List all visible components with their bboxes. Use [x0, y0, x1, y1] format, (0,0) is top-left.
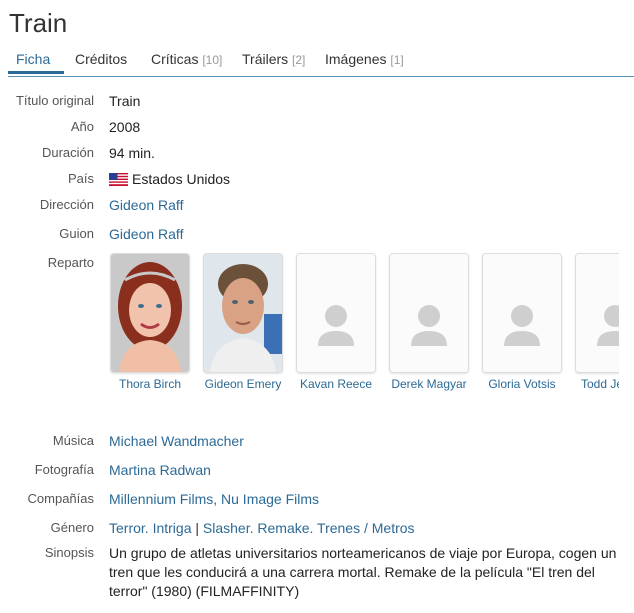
field-label: Año: [70, 119, 94, 134]
field-label: País: [67, 171, 94, 186]
tab-bar: Ficha Créditos Críticas [10] Tráilers [2…: [8, 50, 634, 77]
photography-link[interactable]: Martina Radwan: [109, 462, 211, 478]
topic-link[interactable]: Slasher. Remake. Trenes / Metros: [203, 520, 415, 536]
row-original-title: Título original Train: [0, 93, 634, 113]
person-placeholder-icon: [483, 254, 561, 372]
cast-name[interactable]: Thora Birch: [109, 377, 200, 391]
person-placeholder-icon: [390, 254, 468, 372]
country-value: Estados Unidos: [109, 171, 230, 187]
field-label: Sinopsis: [44, 545, 94, 560]
row-writer: Guion Gideon Raff: [0, 226, 634, 246]
cast-list: Thora Birch Gideon Emery Kavan Reece Der…: [109, 253, 619, 398]
cast-member[interactable]: Kavan Reece: [296, 253, 376, 391]
field-label: Título original: [15, 93, 94, 108]
field-label: Género: [50, 520, 94, 535]
row-genre: Género Terror. Intriga | Slasher. Remake…: [0, 520, 634, 540]
row-photography: Fotografía Martina Radwan: [0, 462, 634, 482]
genre-separator: |: [195, 520, 200, 536]
field-label: Música: [52, 433, 94, 448]
year-value: 2008: [109, 119, 141, 135]
duration-value: 94 min.: [109, 145, 155, 161]
field-label: Reparto: [47, 255, 94, 270]
cast-photo[interactable]: [203, 253, 283, 373]
row-music: Música Michael Wandmacher: [0, 433, 634, 453]
tab-imagenes[interactable]: Imágenes [1]: [325, 51, 404, 67]
tab-count: [1]: [390, 53, 404, 67]
cast-name[interactable]: Gideon Emery: [193, 377, 293, 391]
tab-count: [2]: [292, 53, 306, 67]
cast-name[interactable]: Kavan Reece: [286, 377, 386, 391]
director-link[interactable]: Gideon Raff: [109, 197, 183, 213]
cast-name[interactable]: Derek Magyar: [379, 377, 479, 391]
cast-name[interactable]: Todd Je: [581, 377, 619, 391]
cast-photo[interactable]: [389, 253, 469, 373]
cast-member[interactable]: Derek Magyar: [389, 253, 469, 391]
tab-creditos[interactable]: Créditos: [75, 51, 127, 67]
actor-portrait-image: [111, 254, 189, 372]
field-label: Dirección: [39, 197, 94, 212]
row-director: Dirección Gideon Raff: [0, 197, 634, 217]
cast-member[interactable]: Todd Je: [575, 253, 619, 391]
field-label: Fotografía: [34, 462, 94, 477]
cast-photo[interactable]: [110, 253, 190, 373]
row-duration: Duración 94 min.: [0, 145, 634, 165]
companies-link[interactable]: Millennium Films, Nu Image Films: [109, 491, 319, 507]
row-country: País Estados Unidos: [0, 171, 634, 191]
writer-link[interactable]: Gideon Raff: [109, 226, 183, 242]
active-tab-indicator: [8, 71, 64, 74]
original-title-value: Train: [109, 93, 141, 109]
cast-member[interactable]: Gloria Votsis: [482, 253, 562, 391]
genre-link[interactable]: Terror. Intriga: [109, 520, 191, 536]
tab-ficha[interactable]: Ficha: [16, 51, 50, 67]
cast-photo[interactable]: [296, 253, 376, 373]
row-companies: Compañías Millennium Films, Nu Image Fil…: [0, 491, 634, 511]
cast-photo[interactable]: [482, 253, 562, 373]
cast-photo[interactable]: [575, 253, 619, 373]
row-year: Año 2008: [0, 119, 634, 139]
person-placeholder-icon: [576, 254, 619, 372]
page-title: Train: [9, 8, 68, 38]
actor-portrait-image: [204, 254, 282, 372]
tab-criticas[interactable]: Críticas [10]: [151, 51, 222, 67]
cast-name[interactable]: Gloria Votsis: [472, 377, 572, 391]
field-label: Guion: [59, 226, 94, 241]
us-flag-icon: [109, 173, 128, 186]
tab-count: [10]: [202, 53, 223, 67]
field-label: Duración: [41, 145, 94, 160]
tab-trailers[interactable]: Tráilers [2]: [242, 51, 305, 67]
person-placeholder-icon: [297, 254, 375, 372]
music-link[interactable]: Michael Wandmacher: [109, 433, 244, 449]
cast-member[interactable]: Gideon Emery: [203, 253, 283, 391]
field-label: Compañías: [27, 491, 94, 506]
genre-value: Terror. Intriga | Slasher. Remake. Trene…: [109, 520, 415, 536]
cast-member[interactable]: Thora Birch: [110, 253, 190, 391]
synopsis-text: Un grupo de atletas universitarios norte…: [109, 545, 617, 599]
